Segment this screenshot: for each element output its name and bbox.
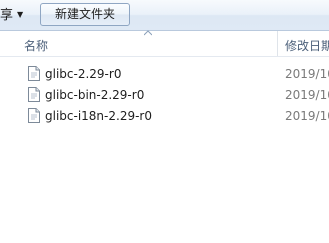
file-date: 2019/10 [285,109,329,123]
list-item[interactable]: glibc-2.29-r0 2019/10 [22,64,329,84]
explorer-window: 享 ▼ 新建文件夹 名称 修改日期 glibc-2.29-r0 2019/1 g… [0,0,329,243]
chevron-down-icon: ▼ [17,10,24,19]
list-item[interactable]: glibc-bin-2.29-r0 2019/10 [22,85,329,105]
column-header-name[interactable]: 名称 [21,29,277,56]
share-menu-label: 享 [0,8,14,23]
document-icon [28,87,40,102]
document-icon [28,108,40,123]
share-menu-button[interactable]: 享 ▼ [0,6,23,24]
new-folder-button[interactable]: 新建文件夹 [40,3,130,26]
column-header-date-label: 修改日期 [285,39,329,53]
file-date: 2019/10 [285,67,329,81]
column-header-name-label: 名称 [24,39,49,53]
list-item[interactable]: glibc-i18n-2.29-r0 2019/10 [22,106,329,126]
column-header: 名称 修改日期 [0,29,329,57]
column-header-date-modified[interactable]: 修改日期 [278,31,329,56]
file-name: glibc-i18n-2.29-r0 [45,109,152,123]
document-icon [28,66,40,81]
file-name: glibc-bin-2.29-r0 [45,88,145,102]
sort-ascending-icon [143,29,153,38]
file-name: glibc-2.29-r0 [45,67,122,81]
file-date: 2019/10 [285,88,329,102]
command-bar: 享 ▼ 新建文件夹 [0,0,329,31]
